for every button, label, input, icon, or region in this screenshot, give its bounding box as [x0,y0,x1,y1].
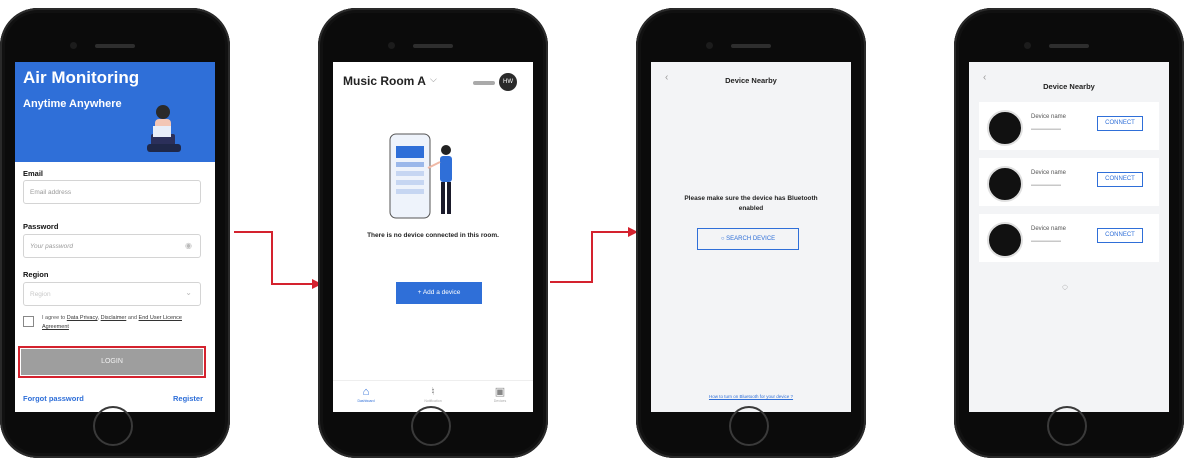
bluetooth-message: Please make sure the device has Bluetoot… [684,195,818,212]
chevron-down-icon[interactable]: ⌵ [430,74,437,85]
email-label: Email [23,169,44,178]
camera [70,42,77,49]
home-button[interactable] [411,406,451,446]
tab-devices-label: Devices [493,399,507,403]
disclaimer-link[interactable]: Disclaimer [101,315,127,321]
chevron-down-icon: ⌄ [185,288,192,297]
hero-banner: Air Monitoring Anytime Anywhere [15,62,215,162]
devices-screen: ‹ Device Nearby Device name ▬▬▬▬▬▬ CONNE… [969,62,1169,412]
page-title: Device Nearby [1043,82,1095,91]
speaker [413,44,453,48]
device-icon [987,110,1023,146]
device-icon [987,222,1023,258]
device-name: Device name [1031,226,1067,232]
email-field[interactable]: Email address [23,180,201,204]
loading-spinner-icon: ◌ [1062,282,1068,293]
flow-arrow-1 [234,231,322,289]
speaker [95,44,135,48]
device-row: Device name ▬▬▬▬▬▬ CONNECT [979,214,1159,262]
home-icon: ⌂ [362,386,370,398]
page-title: Device Nearby [725,76,777,85]
tab-dashboard[interactable]: ⌂ Dashboard [341,385,391,403]
room-screen: Music Room A ⌵ HW There is no device con… [333,62,533,412]
password-placeholder: Your password [30,243,73,250]
home-button[interactable] [1047,406,1087,446]
search-device-label: SEARCH DEVICE [726,236,776,242]
phone-devices: ‹ Device Nearby Device name ▬▬▬▬▬▬ CONNE… [954,8,1184,458]
app-subtitle: Anytime Anywhere [23,98,122,110]
region-label: Region [23,270,49,279]
agree-prefix: I agree to [42,315,66,321]
bluetooth-help-link[interactable]: How to turn on Bluetooth for your device… [651,394,851,399]
bell-icon: ♮ [431,386,435,398]
connect-button[interactable]: CONNECT [1097,172,1143,187]
empty-phone-illustration [389,133,452,219]
phone-room: Music Room A ⌵ HW There is no device con… [318,8,548,458]
privacy-link[interactable]: Data Privacy [67,315,98,321]
region-select[interactable]: Region ⌄ [23,282,201,306]
speaker [1049,44,1089,48]
device-sub: ▬▬▬▬▬▬ [1031,182,1061,188]
room-title[interactable]: Music Room A [343,74,426,88]
login-screen: Air Monitoring Anytime Anywhere Email Em… [15,62,215,412]
agree-and: and [127,315,138,321]
person-illustration [147,105,181,152]
device-sub: ▬▬▬▬▬▬ [1031,126,1061,132]
connect-button[interactable]: CONNECT [1097,116,1143,131]
camera [1024,42,1031,49]
login-button[interactable]: LOGIN [21,349,203,375]
phone-search: ‹ Device Nearby Please make sure the dev… [636,8,866,458]
password-label: Password [23,222,59,231]
add-device-button[interactable]: + Add a device [396,282,482,304]
device-name: Device name [1031,114,1067,120]
home-button[interactable] [729,406,769,446]
device-icon [987,166,1023,202]
app-title: Air Monitoring [23,68,140,87]
camera [706,42,713,49]
device-name: Device name [1031,170,1067,176]
device-icon: ▣ [494,386,506,398]
empty-room-message: There is no device connected in this roo… [367,232,499,239]
camera [388,42,395,49]
flow-arrow-2 [550,227,638,283]
device-sub: ▬▬▬▬▬▬ [1031,238,1061,244]
tab-notification[interactable]: ♮ Notification [408,385,458,403]
tab-devices[interactable]: ▣ Devices [475,385,525,403]
tab-notification-label: Notification [424,399,442,403]
email-placeholder: Email address [30,189,72,196]
password-field[interactable]: Your password ◉ [23,234,201,258]
search-screen: ‹ Device Nearby Please make sure the dev… [651,62,851,412]
agree-checkbox[interactable] [23,316,34,327]
phone-login: Air Monitoring Anytime Anywhere Email Em… [0,8,230,458]
connect-button[interactable]: CONNECT [1097,228,1143,243]
region-placeholder: Region [30,291,51,298]
eye-icon[interactable]: ◉ [185,241,192,250]
device-row: Device name ▬▬▬▬▬▬ CONNECT [979,102,1159,150]
tab-dashboard-label: Dashboard [357,399,375,403]
avatar[interactable]: HW [499,73,517,91]
forgot-password-link[interactable]: Forgot password [23,394,84,403]
menu-icon[interactable] [473,81,495,85]
device-row: Device name ▬▬▬▬▬▬ CONNECT [979,158,1159,206]
search-device-button[interactable]: ○ SEARCH DEVICE [697,228,799,250]
speaker [731,44,771,48]
agree-text: I agree to Data Privacy, Disclaimer and … [42,315,182,330]
register-link[interactable]: Register [173,394,203,403]
home-button[interactable] [93,406,133,446]
